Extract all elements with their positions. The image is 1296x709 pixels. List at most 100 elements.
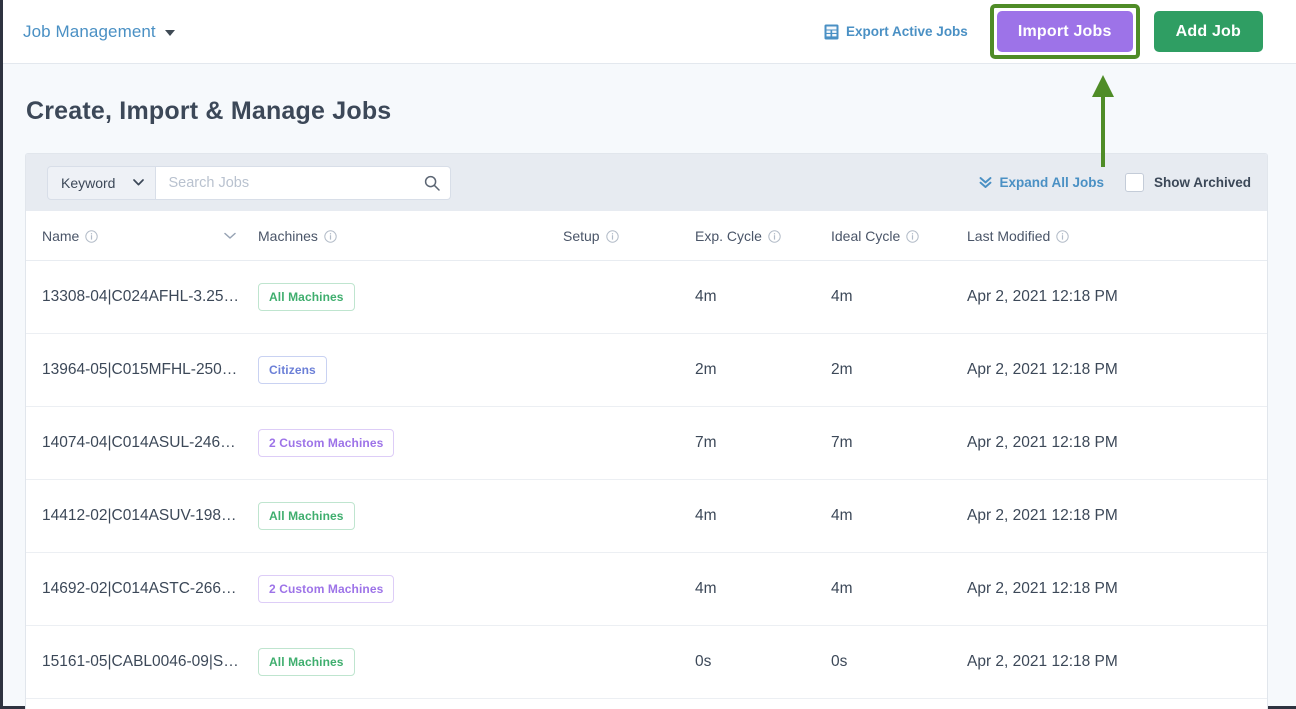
add-job-button[interactable]: Add Job bbox=[1153, 11, 1263, 52]
chevron-down-icon bbox=[133, 179, 145, 186]
cell-setup bbox=[563, 260, 695, 334]
table-row[interactable]: 14412-02|C014ASUV-198… All Machines 4m 4m Ap… bbox=[26, 479, 1267, 553]
import-jobs-button[interactable]: Import Jobs bbox=[996, 11, 1133, 52]
search-input[interactable] bbox=[156, 165, 452, 200]
cell-name: 14692-02|C014ASTC-266… bbox=[26, 552, 258, 626]
magnifier-icon[interactable] bbox=[424, 175, 441, 191]
table-footer: Show 25 Jobs Per Page 6 Jobs Found bbox=[26, 699, 1267, 709]
cell-last-modified: Apr 2, 2021 12:18 PM bbox=[967, 552, 1267, 626]
cell-ideal-cycle: 0s bbox=[831, 625, 967, 699]
column-header-exp-cycle-label: Exp. Cycle bbox=[695, 228, 762, 244]
export-active-jobs-label: Export Active Jobs bbox=[846, 24, 968, 39]
cell-last-modified: Apr 2, 2021 12:18 PM bbox=[967, 625, 1267, 699]
column-header-name-label: Name bbox=[42, 228, 80, 244]
breadcrumb-label: Job Management bbox=[23, 21, 156, 41]
search-type-select[interactable]: Keyword bbox=[47, 165, 157, 200]
double-chevron-down-icon bbox=[979, 177, 992, 188]
top-bar: Job Management Export Active Jobs Import… bbox=[3, 0, 1296, 64]
table-row[interactable]: 14692-02|C014ASTC-266… 2 Custom Machines 4… bbox=[26, 552, 1267, 626]
cell-ideal-cycle: 4m bbox=[831, 260, 967, 334]
machines-badge[interactable]: 2 Custom Machines bbox=[258, 429, 395, 457]
info-icon[interactable] bbox=[324, 229, 337, 243]
table-row[interactable]: 13964-05|C015MFHL-250… Citizens 2m 2m Apr 2,… bbox=[26, 333, 1267, 407]
search-type-value: Keyword bbox=[61, 174, 116, 191]
cell-machines: 2 Custom Machines bbox=[258, 552, 563, 626]
cell-name: 15161-05|CABL0046-09|S… bbox=[26, 625, 258, 699]
app-root: Job Management Export Active Jobs Import… bbox=[0, 0, 1296, 709]
table-row[interactable]: 14074-04|C014ASUL-246… 2 Custom Machines 7… bbox=[26, 406, 1267, 480]
page-title: Create, Import & Manage Jobs bbox=[26, 97, 392, 125]
breadcrumb-job-management[interactable]: Job Management bbox=[23, 22, 175, 42]
jobs-table-body: 13308-04|C024AFHL-3.25… All Machines 4m 4m A… bbox=[26, 260, 1267, 699]
cell-last-modified: Apr 2, 2021 12:18 PM bbox=[967, 333, 1267, 407]
top-bar-actions: Export Active Jobs Import Jobs Add Job bbox=[824, 4, 1263, 59]
search-group: Keyword bbox=[47, 165, 452, 200]
cell-last-modified: Apr 2, 2021 12:18 PM bbox=[967, 260, 1267, 334]
column-header-setup[interactable]: Setup bbox=[563, 211, 695, 261]
cell-exp-cycle: 7m bbox=[695, 406, 831, 480]
cell-exp-cycle: 2m bbox=[695, 333, 831, 407]
export-active-jobs-link[interactable]: Export Active Jobs bbox=[824, 24, 968, 40]
cell-setup bbox=[563, 333, 695, 407]
cell-ideal-cycle: 7m bbox=[831, 406, 967, 480]
cell-last-modified: Apr 2, 2021 12:18 PM bbox=[967, 479, 1267, 553]
show-archived-label: Show Archived bbox=[1153, 175, 1251, 190]
machines-badge[interactable]: 2 Custom Machines bbox=[258, 575, 395, 603]
cell-machines: All Machines bbox=[258, 260, 563, 334]
column-header-last-modified[interactable]: Last Modified bbox=[967, 211, 1267, 261]
caret-down-icon bbox=[164, 30, 175, 36]
cell-ideal-cycle: 4m bbox=[831, 552, 967, 626]
cell-name: 14412-02|C014ASUV-198… bbox=[26, 479, 258, 553]
cell-setup bbox=[563, 552, 695, 626]
jobs-table-head: Name Machines Setup Exp. Cycle Ideal Cyc… bbox=[26, 211, 1267, 261]
sort-chevron-down-icon[interactable] bbox=[224, 232, 236, 240]
column-header-ideal-cycle-label: Ideal Cycle bbox=[831, 228, 901, 244]
jobs-card: Keyword Search Jobs Expand All Jobs Show… bbox=[25, 153, 1268, 709]
cell-exp-cycle: 0s bbox=[695, 625, 831, 699]
column-header-last-modified-label: Last Modified bbox=[967, 228, 1051, 244]
info-icon[interactable] bbox=[605, 229, 619, 243]
show-archived-group[interactable]: Show Archived bbox=[1124, 173, 1251, 192]
table-row[interactable]: 13308-04|C024AFHL-3.25… All Machines 4m 4m A… bbox=[26, 260, 1267, 334]
cell-name: 13308-04|C024AFHL-3.25… bbox=[26, 260, 258, 334]
column-header-name[interactable]: Name bbox=[26, 211, 258, 261]
cell-exp-cycle: 4m bbox=[695, 260, 831, 334]
cell-ideal-cycle: 2m bbox=[831, 333, 967, 407]
show-archived-checkbox[interactable] bbox=[1124, 173, 1144, 192]
machines-badge[interactable]: Citizens bbox=[258, 356, 327, 384]
info-icon[interactable] bbox=[768, 229, 781, 243]
cell-ideal-cycle: 4m bbox=[831, 479, 967, 553]
column-header-exp-cycle[interactable]: Exp. Cycle bbox=[695, 211, 831, 261]
jobs-table: Name Machines Setup Exp. Cycle Ideal Cyc… bbox=[26, 211, 1267, 699]
jobs-toolbar: Keyword Search Jobs Expand All Jobs Show… bbox=[26, 154, 1267, 211]
cell-name: 14074-04|C014ASUL-246… bbox=[26, 406, 258, 480]
cell-machines: All Machines bbox=[258, 625, 563, 699]
expand-all-jobs-link[interactable]: Expand All Jobs bbox=[979, 175, 1104, 190]
cell-exp-cycle: 4m bbox=[695, 552, 831, 626]
import-jobs-highlight-box: Import Jobs bbox=[989, 4, 1140, 59]
machines-badge[interactable]: All Machines bbox=[258, 648, 355, 676]
table-row[interactable]: 15161-05|CABL0046-09|S… All Machines 0s 0s A… bbox=[26, 625, 1267, 699]
column-header-setup-label: Setup bbox=[563, 228, 600, 244]
machines-badge[interactable]: All Machines bbox=[258, 283, 355, 311]
cell-last-modified: Apr 2, 2021 12:18 PM bbox=[967, 406, 1267, 480]
info-icon[interactable] bbox=[85, 229, 99, 243]
machines-badge[interactable]: All Machines bbox=[258, 502, 355, 530]
info-icon[interactable] bbox=[906, 229, 919, 243]
expand-all-jobs-label: Expand All Jobs bbox=[999, 175, 1104, 190]
cell-machines: Citizens bbox=[258, 333, 563, 407]
cell-name: 13964-05|C015MFHL-250… bbox=[26, 333, 258, 407]
column-header-machines[interactable]: Machines bbox=[258, 211, 563, 261]
cell-setup bbox=[563, 625, 695, 699]
cell-setup bbox=[563, 479, 695, 553]
column-header-ideal-cycle[interactable]: Ideal Cycle bbox=[831, 211, 967, 261]
info-icon[interactable] bbox=[1056, 229, 1069, 243]
cell-setup bbox=[563, 406, 695, 480]
spreadsheet-icon bbox=[824, 24, 839, 39]
table-header-row: Name Machines Setup Exp. Cycle Ideal Cyc… bbox=[26, 211, 1267, 261]
toolbar-right: Expand All Jobs Show Archived bbox=[979, 173, 1251, 192]
column-header-machines-label: Machines bbox=[258, 228, 318, 244]
cell-machines: 2 Custom Machines bbox=[258, 406, 563, 480]
cell-machines: All Machines bbox=[258, 479, 563, 553]
cell-exp-cycle: 4m bbox=[695, 479, 831, 553]
